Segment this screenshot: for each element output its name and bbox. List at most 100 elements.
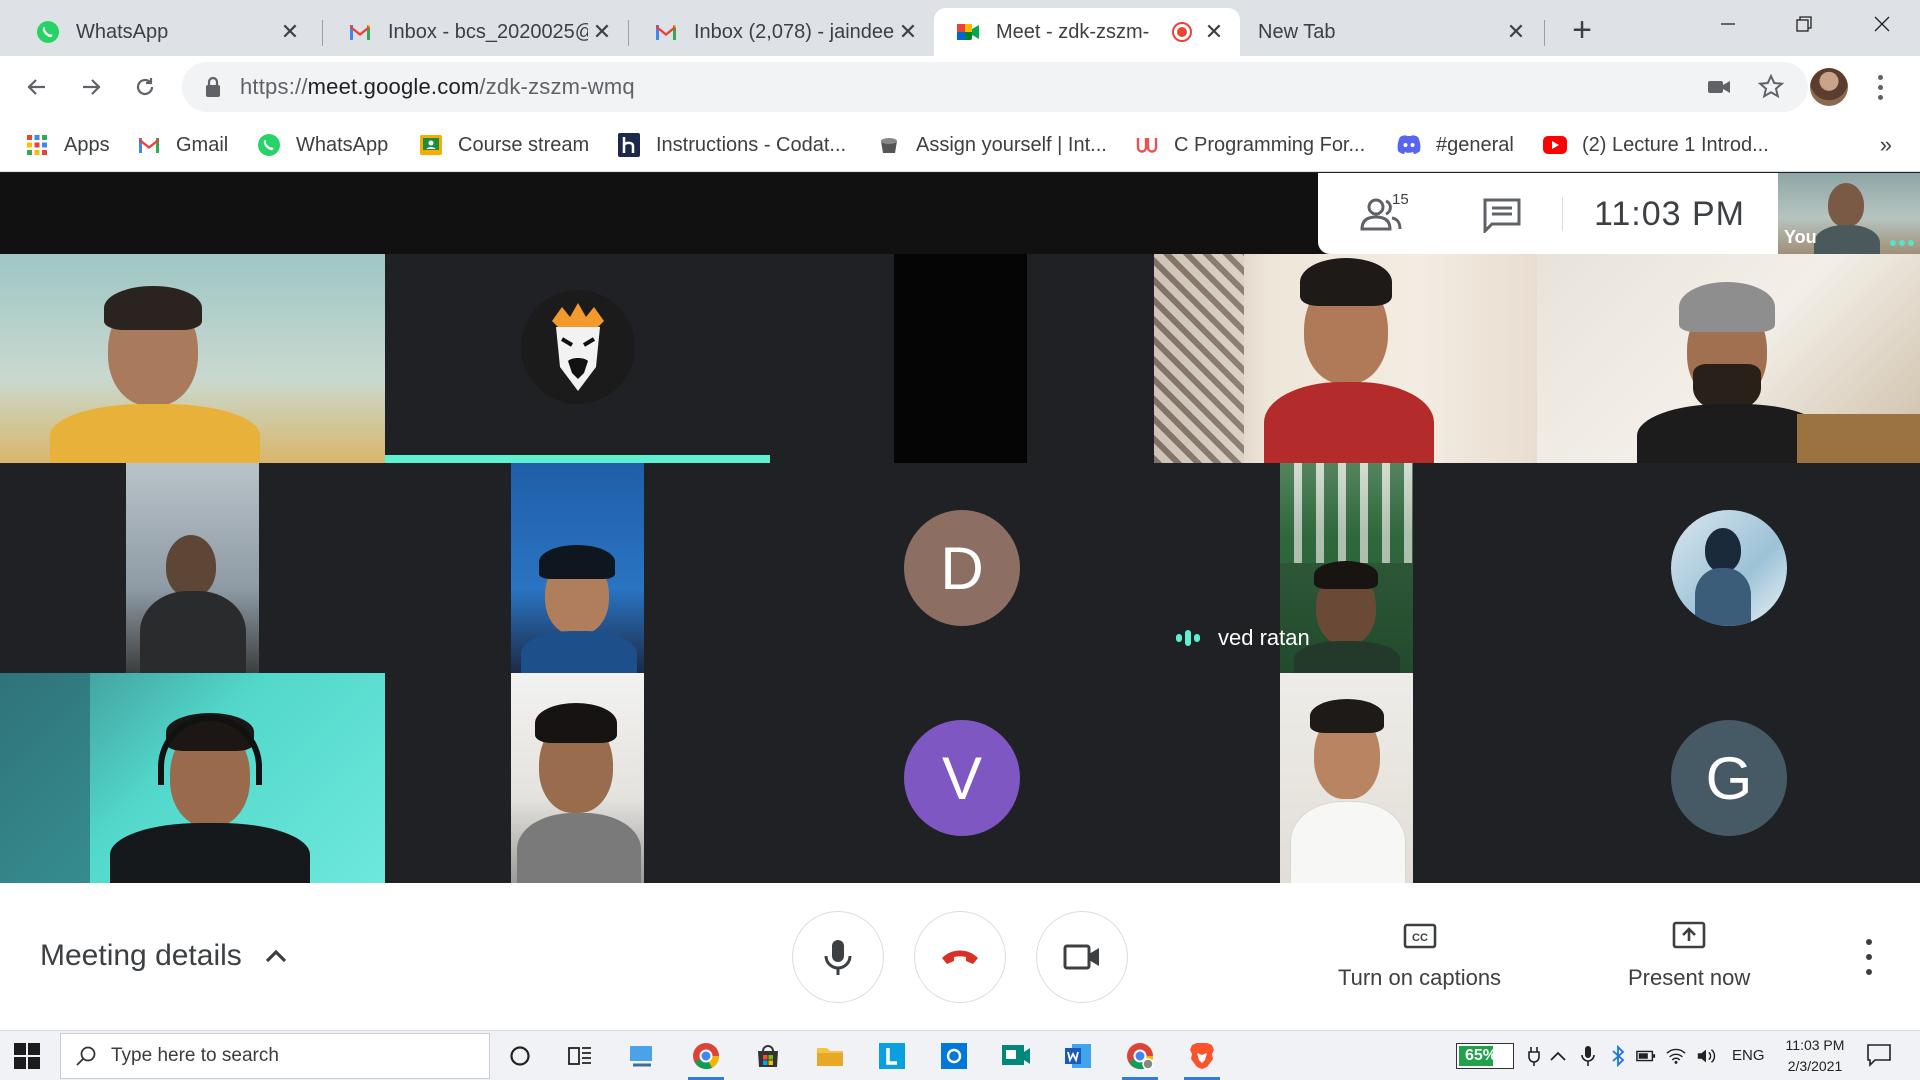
- bookmark-label: Instructions - Codat...: [656, 133, 847, 156]
- participant-tile[interactable]: [385, 463, 770, 673]
- profile-avatar[interactable]: [1810, 68, 1848, 106]
- avatar-figure: [1705, 528, 1741, 572]
- participant-face: [1828, 183, 1864, 227]
- tab-gmail-inbox-bcs[interactable]: Inbox - bcs_2020025@ ✕: [326, 8, 628, 56]
- microsoft-store-icon[interactable]: [748, 1037, 788, 1075]
- microsoft-word-icon[interactable]: [1058, 1037, 1098, 1075]
- bluetooth-icon[interactable]: [1608, 1045, 1628, 1067]
- cortana-icon[interactable]: [500, 1037, 540, 1075]
- power-plug-icon[interactable]: [1524, 1045, 1544, 1067]
- tab-google-meet[interactable]: Meet - zdk-zszm- ✕: [934, 8, 1240, 56]
- participant-tile[interactable]: [0, 673, 385, 883]
- bookmark-lecture-1[interactable]: (2) Lecture 1 Introd...: [1542, 130, 1769, 160]
- bookmark-star-icon[interactable]: [1758, 74, 1784, 100]
- participant-tile[interactable]: [770, 254, 1154, 463]
- address-bar[interactable]: https://meet.google.com/zdk-zszm-wmq: [182, 62, 1808, 112]
- camera-app-icon[interactable]: [934, 1037, 974, 1075]
- participant-video: [1154, 254, 1537, 463]
- taskbar-search-box[interactable]: Type here to search: [60, 1033, 490, 1079]
- chat-button[interactable]: [1482, 197, 1522, 235]
- meeting-details-button[interactable]: Meeting details: [40, 939, 290, 973]
- windows-start-icon[interactable]: [14, 1043, 40, 1069]
- notification-center-icon[interactable]: [1866, 1043, 1892, 1067]
- microphone-tray-icon[interactable]: [1578, 1045, 1598, 1067]
- participant-tile[interactable]: G: [1537, 673, 1920, 883]
- reload-button[interactable]: [126, 68, 164, 106]
- audio-level-icon: [1176, 630, 1200, 646]
- omnibox-actions: [1706, 74, 1784, 100]
- show-hidden-icons-icon[interactable]: [1548, 1045, 1568, 1067]
- chrome-menu-icon[interactable]: [1868, 70, 1892, 104]
- bookmark-instructions[interactable]: Instructions - Codat...: [616, 130, 846, 160]
- close-tab-icon[interactable]: ✕: [1502, 18, 1530, 46]
- bookmark-whatsapp[interactable]: WhatsApp: [256, 130, 388, 160]
- tab-whatsapp[interactable]: WhatsApp ✕: [14, 8, 316, 56]
- restore-window-button[interactable]: [1766, 0, 1842, 48]
- wifi-icon[interactable]: [1666, 1045, 1686, 1067]
- bookmark-course-stream[interactable]: Course stream: [418, 130, 589, 160]
- battery-indicator[interactable]: 65%: [1456, 1043, 1514, 1069]
- close-tab-icon[interactable]: ✕: [1200, 18, 1228, 46]
- brave-browser-icon[interactable]: [1182, 1037, 1222, 1080]
- self-view-more-icon[interactable]: [1890, 240, 1914, 246]
- camera-in-use-icon[interactable]: [1706, 74, 1732, 100]
- close-window-button[interactable]: [1844, 0, 1920, 48]
- battery-tray-icon[interactable]: [1636, 1045, 1656, 1067]
- new-tab-button[interactable]: +: [1564, 11, 1600, 49]
- participant-tile[interactable]: [385, 254, 770, 463]
- participant-avatar-image: [521, 290, 635, 404]
- participant-tile[interactable]: V: [770, 673, 1154, 883]
- browser-tab-strip: WhatsApp ✕ Inbox - bcs_2020025@ ✕ Inbox …: [0, 0, 1920, 56]
- participant-tile[interactable]: D: [770, 463, 1154, 673]
- participant-tile[interactable]: [1154, 673, 1537, 883]
- self-view-tile[interactable]: You: [1778, 173, 1920, 254]
- whatsapp-icon: [36, 20, 60, 44]
- system-clock[interactable]: 11:03 PM 2/3/2021: [1782, 1035, 1848, 1077]
- launcher-l-icon[interactable]: [872, 1037, 912, 1075]
- close-tab-icon[interactable]: ✕: [276, 18, 304, 46]
- back-button[interactable]: [18, 68, 56, 106]
- chrome-taskbar-icon[interactable]: [686, 1037, 726, 1080]
- volume-icon[interactable]: [1696, 1045, 1716, 1067]
- participant-tile[interactable]: [1537, 463, 1920, 673]
- tab-gmail-inbox-jaindee[interactable]: Inbox (2,078) - jaindee ✕: [632, 8, 934, 56]
- bookmark-gmail[interactable]: Gmail: [136, 130, 228, 160]
- participant-letter-avatar: D: [904, 510, 1020, 626]
- participant-tile[interactable]: [1154, 254, 1537, 463]
- captions-label: Turn on captions: [1338, 965, 1502, 990]
- participant-tile-ved-ratan[interactable]: ved ratan: [1154, 463, 1537, 673]
- captions-button[interactable]: CC Turn on captions: [1338, 919, 1501, 991]
- participant-tile[interactable]: [0, 254, 385, 463]
- camera-button[interactable]: [1036, 911, 1128, 1003]
- bookmark-assign-yourself[interactable]: Assign yourself | Int...: [876, 130, 1107, 160]
- bookmark-label: WhatsApp: [296, 133, 389, 156]
- minimize-window-button[interactable]: [1690, 0, 1766, 48]
- participant-tile[interactable]: [1537, 254, 1920, 463]
- background-curtain: [1280, 463, 1413, 563]
- bookmark-c-programming[interactable]: C Programming For...: [1134, 130, 1365, 160]
- close-tab-icon[interactable]: ✕: [588, 18, 616, 46]
- forward-button[interactable]: [72, 68, 110, 106]
- tab-new-tab[interactable]: New Tab ✕: [1240, 8, 1542, 56]
- bookmark-general[interactable]: #general: [1396, 130, 1514, 160]
- more-options-icon[interactable]: [1862, 939, 1876, 975]
- meet-control-bar: Meeting details CC Turn on captions Pres…: [0, 883, 1920, 1030]
- meet-app-icon[interactable]: [996, 1037, 1036, 1075]
- leave-call-button[interactable]: [914, 911, 1006, 1003]
- windows-taskbar: Type here to search 65% ENG 11:03 PM 2/3…: [0, 1030, 1920, 1080]
- bookmark-apps[interactable]: Apps: [24, 130, 110, 160]
- participant-tile[interactable]: [385, 673, 770, 883]
- microphone-button[interactable]: [792, 911, 884, 1003]
- microphone-icon: [824, 940, 852, 975]
- url-text[interactable]: https://meet.google.com/zdk-zszm-wmq: [240, 74, 635, 100]
- task-view-icon[interactable]: [560, 1037, 600, 1075]
- input-language[interactable]: ENG: [1732, 1047, 1765, 1064]
- file-explorer-icon[interactable]: [810, 1037, 850, 1075]
- participant-tile[interactable]: [0, 463, 385, 673]
- bookmarks-overflow-button[interactable]: »: [1880, 132, 1892, 158]
- chrome-profile-taskbar-icon[interactable]: [1120, 1037, 1160, 1080]
- close-tab-icon[interactable]: ✕: [894, 18, 922, 46]
- desktop-app-icon[interactable]: [622, 1037, 662, 1075]
- participant-cap: [539, 545, 615, 579]
- present-now-button[interactable]: Present now: [1628, 919, 1750, 991]
